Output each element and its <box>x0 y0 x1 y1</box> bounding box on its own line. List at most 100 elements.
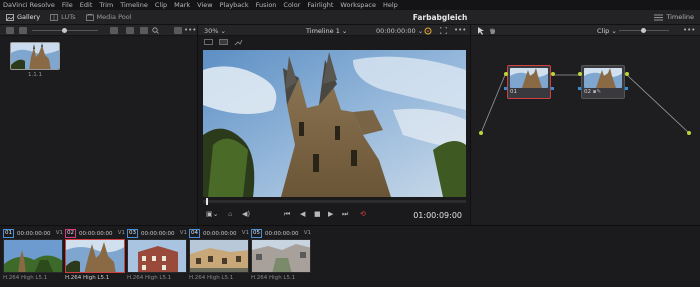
node-02-key-in[interactable] <box>578 87 581 90</box>
clip-header: 01 00:00:00:00 V1 <box>3 229 63 238</box>
slider-knob[interactable] <box>62 28 67 33</box>
clip-card[interactable]: 04 00:00:00:00 V1 H.264 High L5.1 <box>189 229 249 286</box>
luts-label: LUTs <box>61 13 76 21</box>
menu-fairlight[interactable]: Fairlight <box>307 1 333 9</box>
gallery-tab[interactable]: Gallery <box>6 13 40 21</box>
zoom-select[interactable]: 30% ⌄ <box>204 27 226 35</box>
menu-color[interactable]: Color <box>283 1 300 9</box>
go-to-end-button[interactable]: ⏭ <box>342 210 348 219</box>
menu-fusion[interactable]: Fusion <box>256 1 277 9</box>
loop-playback-button[interactable]: ⟲ <box>360 210 366 218</box>
go-to-start-button[interactable]: ⏮ <box>284 210 290 219</box>
clip-thumbnail[interactable] <box>3 239 63 273</box>
gallery-still[interactable] <box>10 42 60 70</box>
split-view-icon[interactable] <box>6 26 14 34</box>
grid-view-icon[interactable] <box>126 27 134 34</box>
node-02-label: 02 ▪✎ <box>584 89 602 95</box>
play-button[interactable]: ▶ <box>328 210 333 218</box>
node-editor-panel: Clip ⌄ ••• 01 02 ▪✎ <box>470 25 700 225</box>
menu-view[interactable]: View <box>197 1 212 9</box>
loop-icon[interactable]: ⌂ <box>228 210 232 218</box>
transport-controls: ▣⌄ ⌂ ◀) ⏮ ◀ ■ ▶ ⏭ ⟲ 01:00:09:00 <box>198 208 470 222</box>
search-icon[interactable] <box>152 27 159 34</box>
clip-card[interactable]: 05 00:00:00:00 V1 H.264 High L5.1 <box>251 229 311 286</box>
viewer-image[interactable] <box>203 50 466 197</box>
audio-icon[interactable]: ◀) <box>242 210 250 218</box>
node-01-key-out[interactable] <box>551 87 554 90</box>
scrub-bar[interactable] <box>203 200 466 203</box>
timeline-toggle[interactable]: Timeline <box>654 13 694 21</box>
gallery-panel: ••• 1.1.1 <box>0 25 198 225</box>
play-reverse-button[interactable]: ◀ <box>300 210 305 218</box>
clip-card[interactable]: 01 00:00:00:00 V1 H.264 High L5.1 <box>3 229 63 286</box>
menu-playback[interactable]: Playback <box>220 1 249 9</box>
clip-header: 03 00:00:00:00 V1 <box>127 229 187 238</box>
corrector-node-02[interactable]: 02 ▪✎ <box>581 65 625 99</box>
viewer-more-icon[interactable]: ••• <box>454 26 466 34</box>
clip-thumbnail[interactable] <box>189 239 249 273</box>
more-options-icon[interactable]: ••• <box>184 26 196 34</box>
gallery-icon <box>6 13 14 21</box>
node-01-input[interactable] <box>504 72 508 76</box>
menu-mark[interactable]: Mark <box>174 1 190 9</box>
playhead[interactable] <box>206 198 208 205</box>
clip-timecode: 00:00:00:00 <box>203 230 237 237</box>
node-02-output[interactable] <box>625 72 629 76</box>
timeline-icon <box>654 14 664 20</box>
transform-icon[interactable] <box>234 39 243 46</box>
viewer-mode-icon[interactable]: ▣⌄ <box>206 210 218 218</box>
clip-header: 02 00:00:00:00 V1 <box>65 229 125 238</box>
menu-app[interactable]: DaVinci Resolve <box>3 1 55 9</box>
clip-card[interactable]: 03 00:00:00:00 V1 H.264 High L5.1 <box>127 229 187 286</box>
menu-trim[interactable]: Trim <box>99 1 113 9</box>
menu-workspace[interactable]: Workspace <box>340 1 376 9</box>
gallery-toolbar: ••• <box>0 25 197 36</box>
clip-number: 04 <box>189 229 200 238</box>
menu-clip[interactable]: Clip <box>155 1 167 9</box>
node-02-thumbnail <box>584 68 622 88</box>
grab-still-icon[interactable] <box>19 26 27 34</box>
wipe-icon[interactable] <box>204 39 213 45</box>
output-port[interactable] <box>687 131 691 135</box>
top-toolbar: Gallery LUTs Media Pool Farbabgleich Tim… <box>0 10 700 25</box>
menu-help[interactable]: Help <box>383 1 398 9</box>
node-01-key-in[interactable] <box>504 87 507 90</box>
luts-icon <box>50 13 59 21</box>
timeline-select[interactable]: Timeline 1 ⌄ <box>306 27 347 35</box>
timecode-value: 00:00:00:00 <box>376 27 416 35</box>
source-input-port[interactable] <box>479 131 483 135</box>
clip-thumbnail[interactable] <box>251 239 311 273</box>
media-pool-tab[interactable]: Media Pool <box>85 13 132 21</box>
node-02-key-out[interactable] <box>625 87 628 90</box>
clip-timecode: 00:00:00:00 <box>265 230 299 237</box>
menu-edit[interactable]: Edit <box>80 1 93 9</box>
node-01-thumbnail <box>510 68 548 88</box>
node-connections <box>480 74 690 134</box>
clip-header: 05 00:00:00:00 V1 <box>251 229 311 238</box>
clip-card[interactable]: 02 00:00:00:00 V1 H.264 High L5.1 <box>65 229 125 286</box>
color-wheel-icon[interactable] <box>424 27 432 35</box>
node-02-input[interactable] <box>578 72 582 76</box>
fullscreen-icon[interactable] <box>440 27 447 34</box>
clip-track: V1 <box>241 230 249 236</box>
gallery-label: Gallery <box>17 13 41 21</box>
list-view-icon[interactable] <box>110 27 118 34</box>
still-label: 1.1.1 <box>28 72 42 78</box>
stop-button[interactable]: ■ <box>314 210 321 218</box>
sort-icon[interactable] <box>140 27 148 34</box>
zoom-value: 30% <box>204 27 219 35</box>
clip-number: 05 <box>251 229 262 238</box>
menu-timeline[interactable]: Timeline <box>120 1 148 9</box>
clip-number: 02 <box>65 229 76 238</box>
expand-icon[interactable] <box>174 27 182 34</box>
luts-tab[interactable]: LUTs <box>50 13 76 21</box>
clip-thumbnail[interactable] <box>127 239 187 273</box>
clip-thumbnail[interactable] <box>65 239 125 273</box>
menu-file[interactable]: File <box>62 1 73 9</box>
node-01-output[interactable] <box>551 72 555 76</box>
corrector-node-01[interactable]: 01 <box>507 65 551 99</box>
timeline-name: Timeline 1 <box>306 27 340 35</box>
highlight-icon[interactable] <box>219 39 228 45</box>
clip-thumbnail-timeline: 01 00:00:00:00 V1 H.264 High L5.1 02 00:… <box>0 225 700 287</box>
clip-track: V1 <box>179 230 187 236</box>
